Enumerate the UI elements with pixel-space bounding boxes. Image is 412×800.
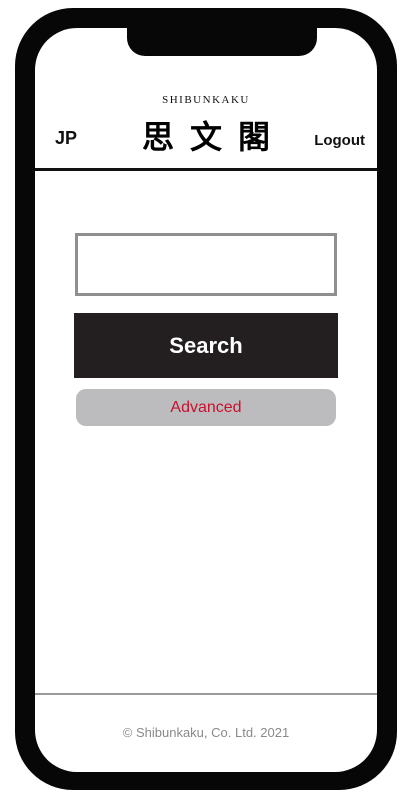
header-divider (35, 168, 377, 171)
phone-notch (127, 28, 317, 56)
footer-divider (35, 693, 377, 695)
copyright-text: © Shibunkaku, Co. Ltd. 2021 (122, 725, 290, 740)
app-header: JP SHIBUNKAKU 思文閣 Logout (35, 88, 377, 176)
search-button[interactable]: Search (74, 313, 338, 378)
logo-subtitle: SHIBUNKAKU (162, 94, 250, 106)
brand-logo: SHIBUNKAKU 思文閣 (115, 94, 297, 158)
logo-title: 思文閣 (141, 118, 286, 156)
search-input[interactable] (75, 233, 337, 296)
advanced-search-button[interactable]: Advanced (76, 389, 336, 426)
app-screen: JP SHIBUNKAKU 思文閣 Logout Search Advanced… (35, 28, 377, 772)
phone-frame: JP SHIBUNKAKU 思文閣 Logout Search Advanced… (15, 8, 397, 790)
language-toggle[interactable]: JP (55, 128, 77, 149)
logout-button[interactable]: Logout (314, 132, 365, 149)
